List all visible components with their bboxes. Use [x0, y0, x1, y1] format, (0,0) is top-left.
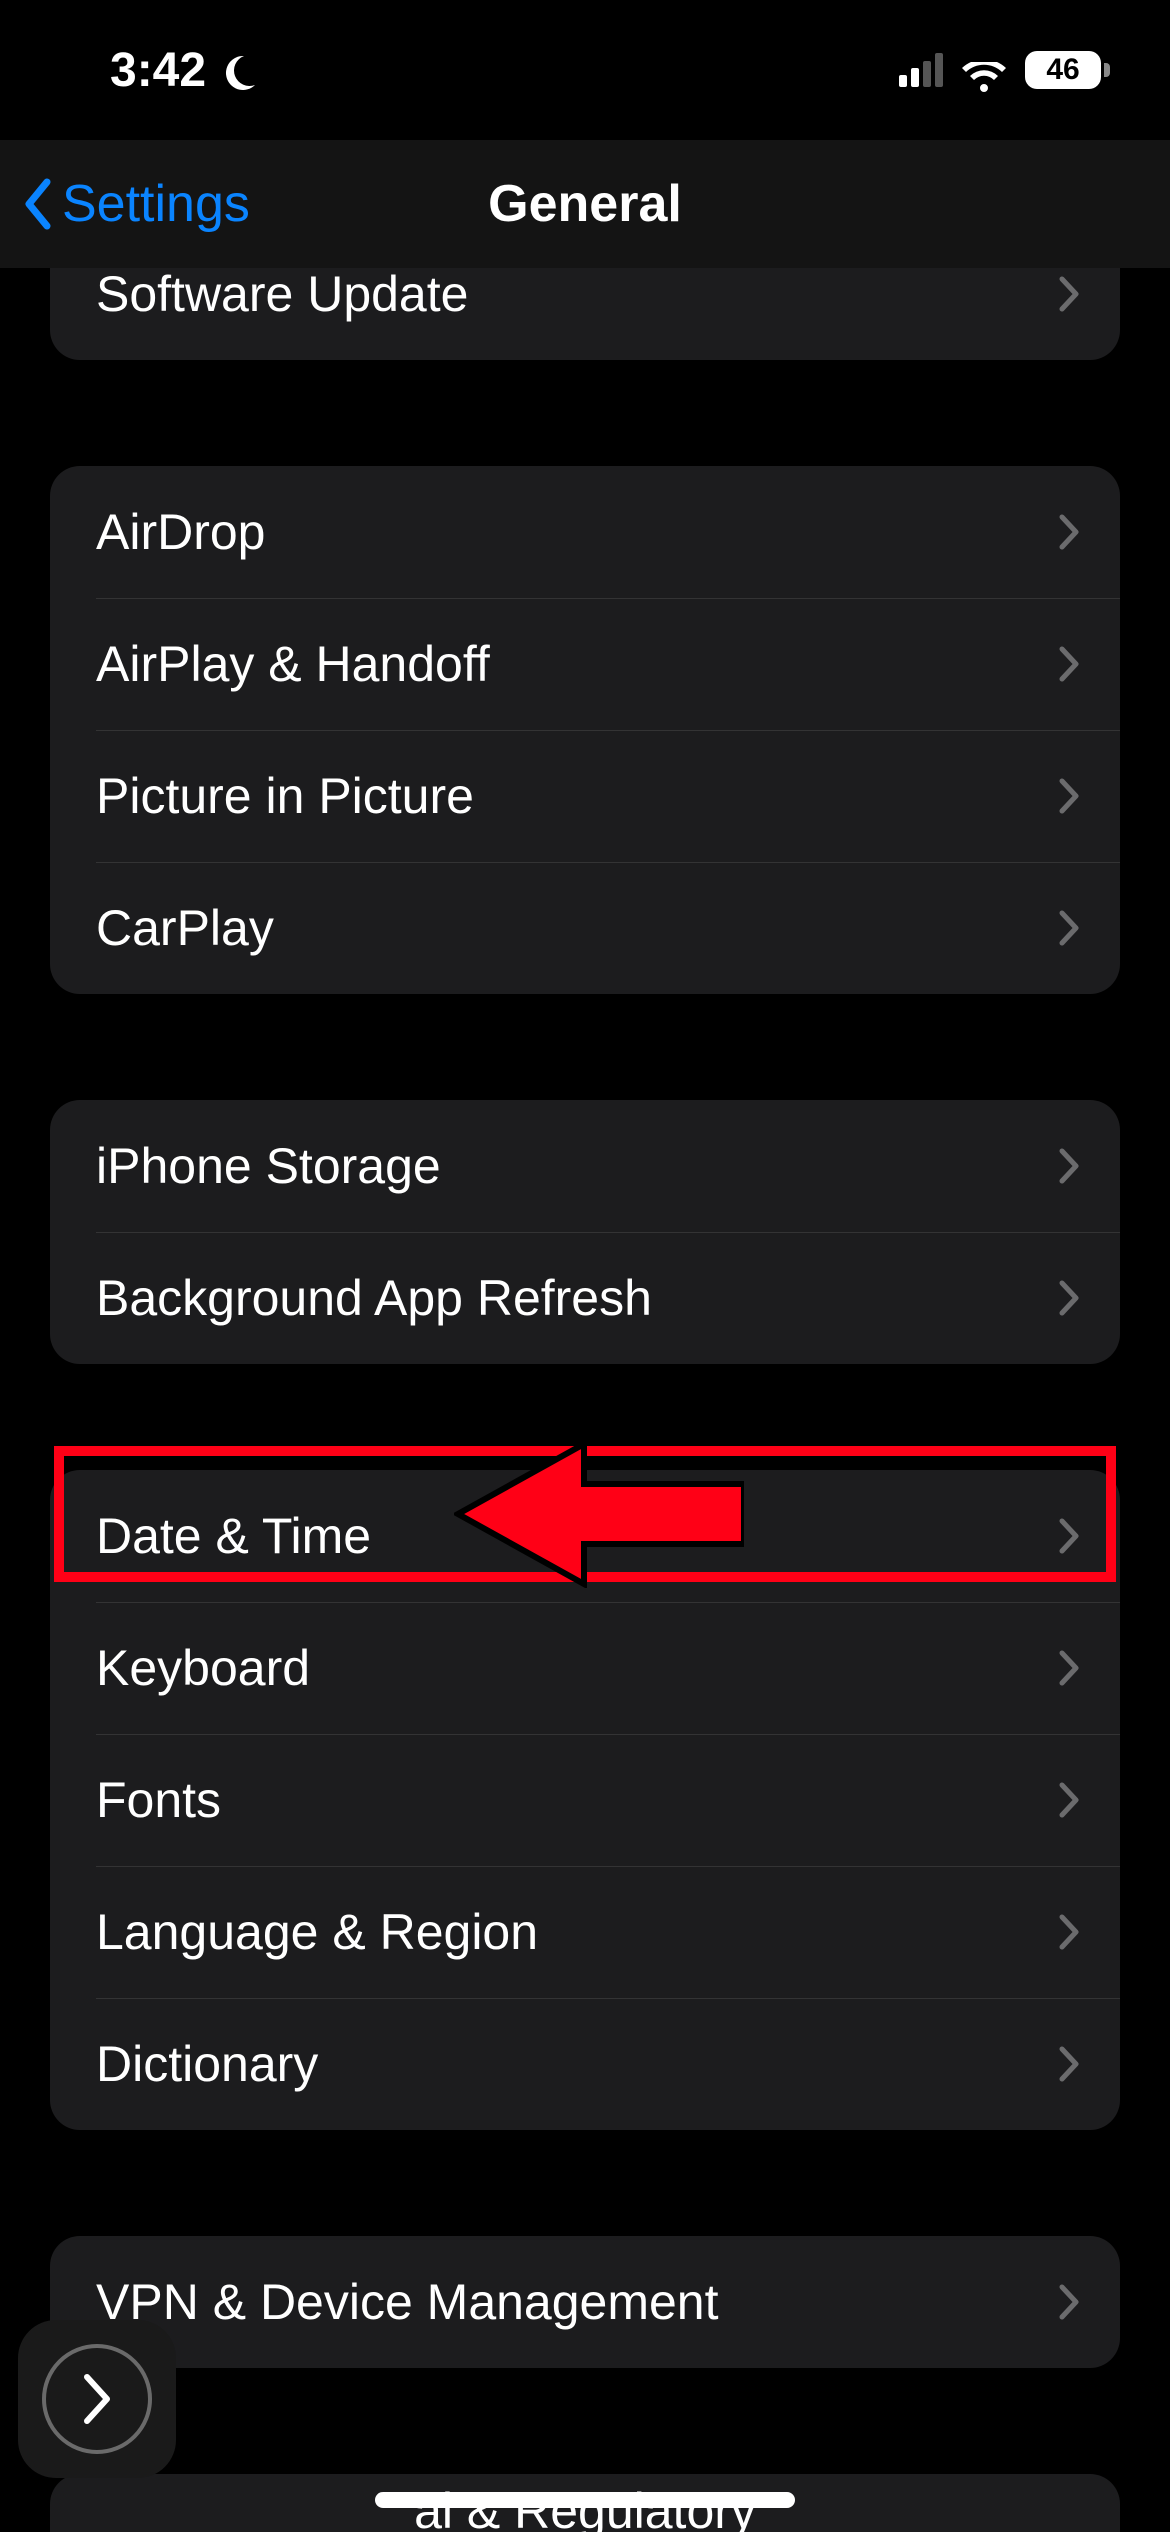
row-label: VPN & Device Management [96, 2273, 1058, 2331]
content-scroll[interactable]: Software Update AirDrop AirPlay & Handof… [0, 268, 1170, 2532]
chevron-right-icon [1058, 276, 1080, 312]
chevron-right-icon [1058, 1650, 1080, 1686]
row-label: Language & Region [96, 1903, 1058, 1961]
back-label: Settings [62, 174, 250, 234]
chevron-right-icon [1058, 1782, 1080, 1818]
row-label: Dictionary [96, 2035, 1058, 2093]
chevron-right-icon [1058, 1914, 1080, 1950]
floating-next-button[interactable] [18, 2320, 176, 2478]
settings-group: Software Update [50, 268, 1120, 360]
row-date-time[interactable]: Date & Time [50, 1470, 1120, 1602]
row-label: Software Update [96, 268, 1058, 323]
battery-level: 46 [1046, 53, 1079, 87]
row-label: AirDrop [96, 503, 1058, 561]
row-label: AirPlay & Handoff [96, 635, 1058, 693]
chevron-right-icon [1058, 778, 1080, 814]
status-left: 3:42 [110, 43, 258, 98]
row-language-region[interactable]: Language & Region [50, 1866, 1120, 1998]
wifi-icon [961, 53, 1007, 87]
cellular-icon [899, 53, 943, 87]
row-iphone-storage[interactable]: iPhone Storage [50, 1100, 1120, 1232]
do-not-disturb-icon [218, 50, 258, 90]
floating-next-inner [42, 2344, 152, 2454]
chevron-right-icon [1058, 646, 1080, 682]
row-vpn-device-management[interactable]: VPN & Device Management [50, 2236, 1120, 2368]
row-label: Picture in Picture [96, 767, 1058, 825]
row-label: Date & Time [96, 1507, 1058, 1565]
row-label: Background App Refresh [96, 1269, 1058, 1327]
row-label: Fonts [96, 1771, 1058, 1829]
chevron-right-icon [80, 2373, 114, 2425]
chevron-right-icon [1058, 910, 1080, 946]
status-bar: 3:42 46 [0, 0, 1170, 140]
row-fonts[interactable]: Fonts [50, 1734, 1120, 1866]
row-carplay[interactable]: CarPlay [50, 862, 1120, 994]
row-airdrop[interactable]: AirDrop [50, 466, 1120, 598]
home-indicator[interactable] [375, 2492, 795, 2508]
navigation-bar: Settings General [0, 140, 1170, 268]
page-title: General [488, 174, 682, 234]
row-label: Keyboard [96, 1639, 1058, 1697]
settings-group: VPN & Device Management [50, 2236, 1120, 2368]
chevron-right-icon [1058, 1280, 1080, 1316]
status-time: 3:42 [110, 43, 206, 98]
row-label: iPhone Storage [96, 1137, 1058, 1195]
chevron-left-icon [20, 178, 54, 230]
row-picture-in-picture[interactable]: Picture in Picture [50, 730, 1120, 862]
row-airplay-handoff[interactable]: AirPlay & Handoff [50, 598, 1120, 730]
row-label: CarPlay [96, 899, 1058, 957]
row-software-update[interactable]: Software Update [50, 268, 1120, 360]
chevron-right-icon [1058, 514, 1080, 550]
row-dictionary[interactable]: Dictionary [50, 1998, 1120, 2130]
battery-icon: 46 [1025, 51, 1110, 89]
chevron-right-icon [1058, 1518, 1080, 1554]
status-right: 46 [899, 51, 1110, 89]
chevron-right-icon [1058, 2046, 1080, 2082]
settings-group: iPhone Storage Background App Refresh [50, 1100, 1120, 1364]
row-background-app-refresh[interactable]: Background App Refresh [50, 1232, 1120, 1364]
settings-group: Date & Time Keyboard Fonts Language & Re… [50, 1470, 1120, 2130]
chevron-right-icon [1058, 2284, 1080, 2320]
row-keyboard[interactable]: Keyboard [50, 1602, 1120, 1734]
chevron-right-icon [1058, 1148, 1080, 1184]
settings-group: AirDrop AirPlay & Handoff Picture in Pic… [50, 466, 1120, 994]
back-button[interactable]: Settings [20, 174, 250, 234]
